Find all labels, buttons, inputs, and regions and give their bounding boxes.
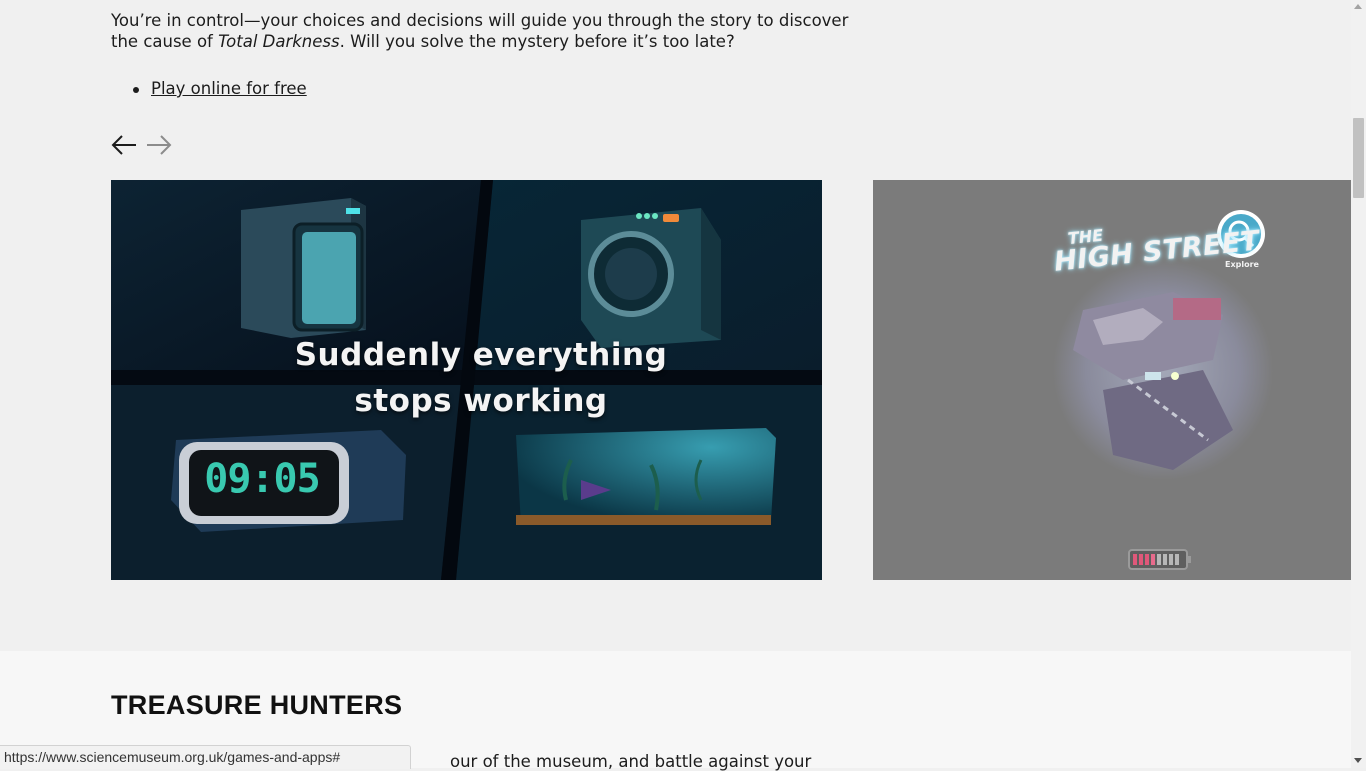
arrow-right-icon [147, 135, 172, 155]
carousel-slide-total-darkness[interactable]: 09:05 Suddenly everything stops working [111, 180, 822, 580]
intro-text-end: . Will you solve the mystery before it’s… [339, 32, 735, 51]
slide-caption-line-2: stops working [354, 383, 608, 419]
intro-paragraph: You’re in control—your choices and decis… [111, 10, 851, 52]
magnifier-icon [1217, 210, 1265, 258]
carousel-slide-high-street[interactable]: THE HIGH STREET Explore [873, 180, 1351, 580]
play-online-link[interactable]: Play online for free [151, 79, 307, 98]
section-title: TREASURE HUNTERS [111, 690, 403, 720]
intro-game-title: Total Darkness [218, 32, 340, 51]
slide-caption-line-1: Suddenly everything [294, 337, 668, 373]
list-item: Play online for free [111, 79, 307, 98]
battery-icon [1129, 550, 1191, 569]
section-description: our of the museum, and battle against yo… [450, 752, 812, 771]
explore-label: Explore [1225, 260, 1259, 269]
carousel-next-button[interactable] [145, 133, 173, 157]
scrollbar-track[interactable] [1351, 0, 1366, 768]
status-bar-url: https://www.sciencemuseum.org.uk/games-a… [0, 745, 412, 769]
arrow-left-icon [111, 135, 136, 155]
scroll-up-icon[interactable] [1354, 4, 1362, 9]
game-links-list: Play online for free [111, 79, 307, 98]
scrollbar-thumb[interactable] [1353, 118, 1364, 198]
carousel-prev-button[interactable] [110, 133, 138, 157]
scroll-down-icon[interactable] [1354, 758, 1362, 763]
alarm-clock-display: 09:05 [204, 456, 320, 502]
slide-caption: Suddenly everything stops working [251, 332, 711, 424]
game-section: You’re in control—your choices and decis… [0, 0, 1351, 651]
